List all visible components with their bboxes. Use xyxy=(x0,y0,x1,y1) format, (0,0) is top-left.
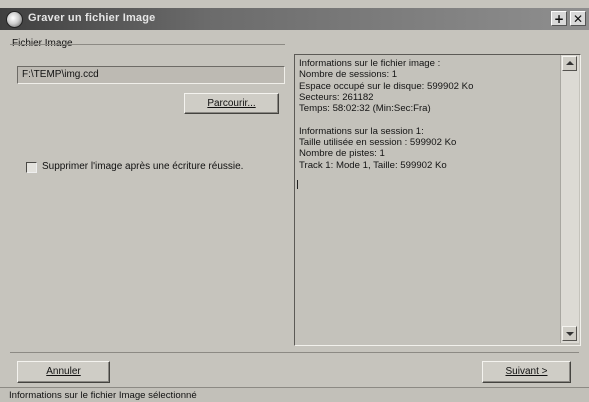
info-line: Nombre de sessions: 1 xyxy=(299,69,398,81)
info-line: Secteurs: 261182 xyxy=(299,91,374,103)
group-divider xyxy=(10,44,285,45)
info-line: Informations sur le fichier image : xyxy=(299,58,441,69)
browse-button[interactable]: Parcourir... xyxy=(184,93,279,114)
status-bar: Informations sur le fichier Image sélect… xyxy=(0,387,589,402)
info-line: Track 1: Mode 1, Taille: 599902 Ko xyxy=(299,159,447,171)
help-button[interactable]: + xyxy=(551,11,567,26)
text-caret xyxy=(297,180,298,189)
burn-image-dialog: Graver un fichier Image + ✕ Fichier Imag… xyxy=(0,0,589,402)
title-bar: Graver un fichier Image + ✕ xyxy=(0,8,589,30)
next-button[interactable]: Suivant > xyxy=(482,361,571,383)
delete-image-checkbox[interactable] xyxy=(26,162,37,173)
window-title: Graver un fichier Image xyxy=(28,12,156,24)
scroll-down-arrow-icon[interactable] xyxy=(562,326,577,341)
info-line: Espace occupé sur le disque: 599902 Ko xyxy=(299,80,474,92)
info-scrollbar[interactable] xyxy=(560,55,579,343)
close-button[interactable]: ✕ xyxy=(570,11,586,26)
status-text: Informations sur le fichier Image sélect… xyxy=(9,390,197,401)
footer-divider xyxy=(10,352,579,353)
info-line: Temps: 58:02:32 (Min:Sec:Fra) xyxy=(299,103,431,115)
scroll-up-arrow-icon[interactable] xyxy=(562,56,577,71)
cancel-button[interactable]: Annuler xyxy=(17,361,110,383)
info-line: Taille utilisée en session : 599902 Ko xyxy=(299,137,457,149)
info-line: Nombre de pistes: 1 xyxy=(299,148,385,160)
app-icon xyxy=(6,11,23,28)
info-line xyxy=(299,114,561,125)
info-line: Informations sur la session 1: xyxy=(299,125,424,137)
delete-image-checkbox-label[interactable]: Supprimer l'image après une écriture réu… xyxy=(42,161,243,172)
image-info-text: Informations sur le fichier image : Nomb… xyxy=(299,58,561,171)
image-path-input[interactable]: F:\TEMP\img.ccd xyxy=(17,66,285,84)
image-info-textarea[interactable]: Informations sur le fichier image : Nomb… xyxy=(294,54,581,346)
